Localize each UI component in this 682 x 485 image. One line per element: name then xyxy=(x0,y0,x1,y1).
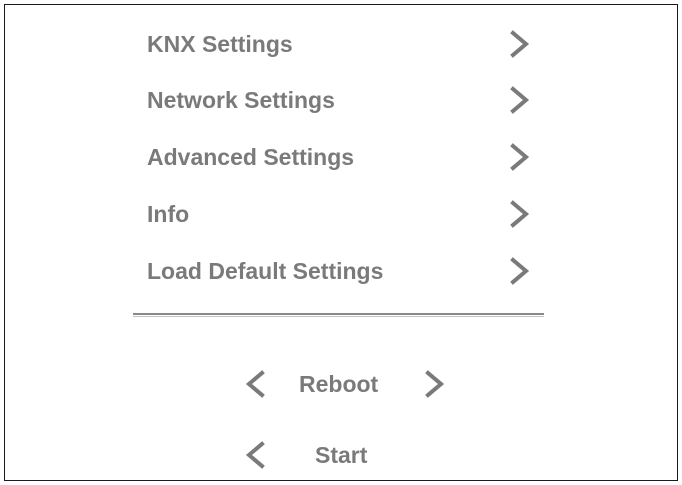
menu-item-label: Info xyxy=(147,201,190,227)
reboot-selector: Reboot xyxy=(240,364,455,404)
menu-item-label: KNX Settings xyxy=(147,31,293,57)
chevron-right-icon xyxy=(507,84,533,116)
chevron-right-icon xyxy=(507,255,533,287)
chevron-left-icon[interactable] xyxy=(242,368,268,400)
menu-item-info[interactable]: Info xyxy=(147,194,537,234)
chevron-right-icon xyxy=(507,198,533,230)
settings-panel xyxy=(4,4,678,481)
menu-item-label: Network Settings xyxy=(147,87,335,113)
chevron-right-icon xyxy=(507,141,533,173)
chevron-right-icon[interactable] xyxy=(422,368,448,400)
menu-item-label: Load Default Settings xyxy=(147,258,384,284)
chevron-left-icon[interactable] xyxy=(242,439,268,471)
chevron-right-icon xyxy=(507,28,533,60)
menu-item-knx-settings[interactable]: KNX Settings xyxy=(147,24,537,64)
menu-item-label: Advanced Settings xyxy=(147,144,355,170)
menu-item-network-settings[interactable]: Network Settings xyxy=(147,80,537,120)
reboot-label[interactable]: Reboot xyxy=(299,364,378,404)
menu-item-advanced-settings[interactable]: Advanced Settings xyxy=(147,137,537,177)
menu-item-load-default-settings[interactable]: Load Default Settings xyxy=(147,251,537,291)
divider xyxy=(133,313,544,317)
start-label[interactable]: Start xyxy=(315,435,367,475)
start-selector: Start xyxy=(240,435,390,475)
